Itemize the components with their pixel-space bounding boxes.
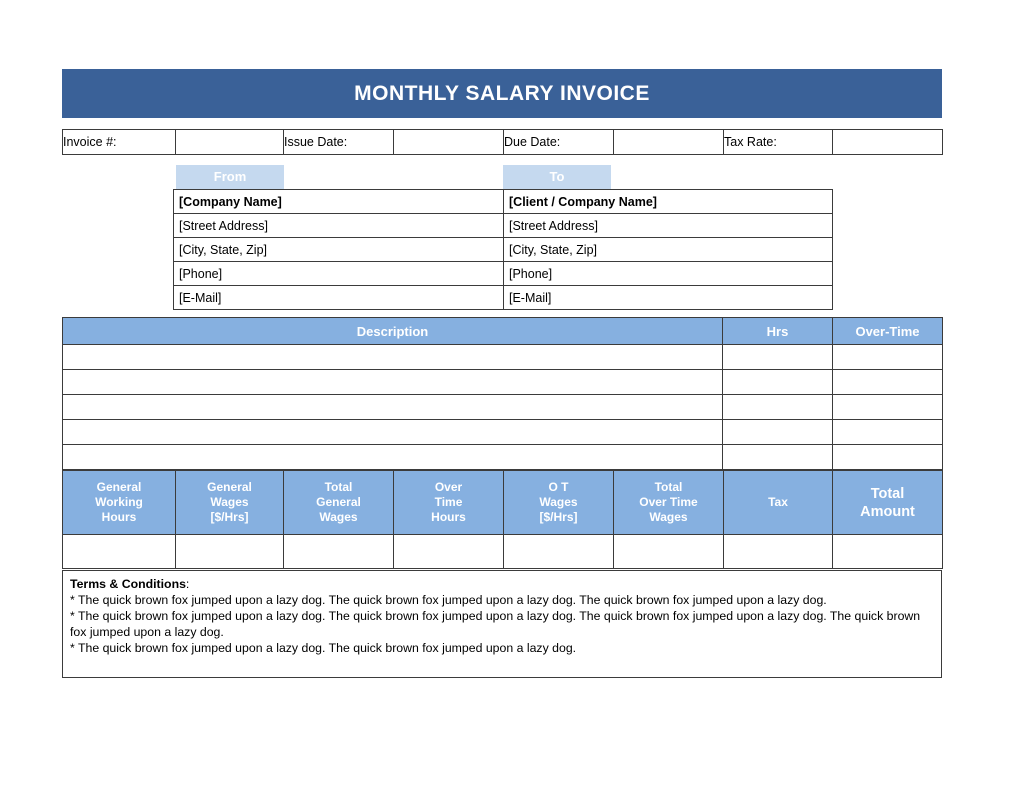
invoice-number-input[interactable] [175,129,284,155]
tax-rate-input[interactable] [832,129,943,155]
line-item-over-time-2[interactable] [832,394,943,420]
from-phone-field[interactable]: [Phone] [173,261,504,286]
column-header-general-working-hours: General Working Hours [62,470,176,535]
tax-rate-label: Tax Rate: [723,129,833,155]
to-city-field[interactable]: [City, State, Zip] [503,237,833,262]
value-over-time-hours[interactable] [393,534,504,569]
column-header-general-wages: General Wages [$/Hrs] [175,470,284,535]
value-total-over-time-wages[interactable] [613,534,724,569]
table-row: Invoice #: Issue Date: Due Date: Tax Rat… [62,129,943,155]
terms-lines: * The quick brown fox jumped upon a lazy… [70,592,934,656]
parties-headings: From To [173,165,832,189]
issue-date-label: Issue Date: [283,129,394,155]
table-row: [Company Name] [Client / Company Name] [173,189,833,214]
parties-table: [Company Name] [Client / Company Name] [… [173,189,833,310]
invoice-page: MONTHLY SALARY INVOICE Invoice #: Issue … [0,0,1024,791]
column-header-hrs: Hrs [722,317,833,345]
column-header-over-time: Over-Time [832,317,943,345]
summary-table: General Working Hours General Wages [$/Hrs] … [62,470,943,569]
line-item-hrs-2[interactable] [722,394,833,420]
parties-section: From To [Company Name] [Client / Company… [173,165,833,310]
line-items-body [62,344,943,470]
page-title: MONTHLY SALARY INVOICE [354,81,650,105]
invoice-title-bar: MONTHLY SALARY INVOICE [62,69,942,118]
value-general-working-hours[interactable] [62,534,176,569]
terms-and-conditions-box: Terms & Conditions: * The quick brown fo… [62,570,942,678]
terms-line-2: * The quick brown fox jumped upon a lazy… [70,641,577,655]
table-row [62,419,943,445]
to-street-field[interactable]: [Street Address] [503,213,833,238]
line-item-hrs-1[interactable] [722,369,833,395]
line-item-hrs-4[interactable] [722,444,833,470]
from-email-field[interactable]: [E-Mail] [173,285,504,310]
from-city-field[interactable]: [City, State, Zip] [173,237,504,262]
to-heading: To [503,165,611,189]
terms-line-0: * The quick brown fox jumped upon a lazy… [70,593,827,607]
terms-line-1: * The quick brown fox jumped upon a lazy… [70,609,921,639]
to-email-field[interactable]: [E-Mail] [503,285,833,310]
value-tax[interactable] [723,534,833,569]
column-header-description: Description [62,317,723,345]
line-item-description-1[interactable] [62,369,723,395]
table-row [62,344,943,370]
line-item-description-2[interactable] [62,394,723,420]
table-row: [City, State, Zip] [City, State, Zip] [173,237,833,262]
column-header-ot-wages: O T Wages [$/Hrs] [503,470,614,535]
to-phone-field[interactable]: [Phone] [503,261,833,286]
due-date-input[interactable] [613,129,724,155]
terms-title: Terms & Conditions [70,577,186,591]
line-item-over-time-0[interactable] [832,344,943,370]
invoice-number-label: Invoice #: [62,129,176,155]
line-item-hrs-0[interactable] [722,344,833,370]
table-header-row: General Working Hours General Wages [$/Hrs] … [62,470,943,535]
value-total-general-wages[interactable] [283,534,394,569]
table-row [62,444,943,470]
column-header-total-general-wages: Total General Wages [283,470,394,535]
line-item-over-time-3[interactable] [832,419,943,445]
line-items-table: Description Hrs Over-Time [62,317,943,470]
table-row [62,369,943,395]
from-heading: From [176,165,284,189]
value-total-amount[interactable] [832,534,943,569]
invoice-info-table: Invoice #: Issue Date: Due Date: Tax Rat… [62,129,943,155]
line-item-hrs-3[interactable] [722,419,833,445]
line-item-description-3[interactable] [62,419,723,445]
to-company-field[interactable]: [Client / Company Name] [503,189,833,214]
line-item-over-time-1[interactable] [832,369,943,395]
column-header-over-time-hours: Over Time Hours [393,470,504,535]
from-company-field[interactable]: [Company Name] [173,189,504,214]
table-header-row: Description Hrs Over-Time [62,317,943,345]
table-row: [Phone] [Phone] [173,261,833,286]
value-ot-wages[interactable] [503,534,614,569]
due-date-label: Due Date: [503,129,614,155]
table-row: [Street Address] [Street Address] [173,213,833,238]
column-header-total-amount: Total Amount [832,470,943,535]
table-row [62,534,943,569]
table-row [62,394,943,420]
value-general-wages[interactable] [175,534,284,569]
column-header-total-over-time-wages: Total Over Time Wages [613,470,724,535]
terms-title-line: Terms & Conditions: [70,576,934,592]
issue-date-input[interactable] [393,129,504,155]
line-item-description-4[interactable] [62,444,723,470]
line-item-description-0[interactable] [62,344,723,370]
terms-title-suffix: : [185,577,190,591]
table-row: [E-Mail] [E-Mail] [173,285,833,310]
from-street-field[interactable]: [Street Address] [173,213,504,238]
line-item-over-time-4[interactable] [832,444,943,470]
column-header-tax: Tax [723,470,833,535]
